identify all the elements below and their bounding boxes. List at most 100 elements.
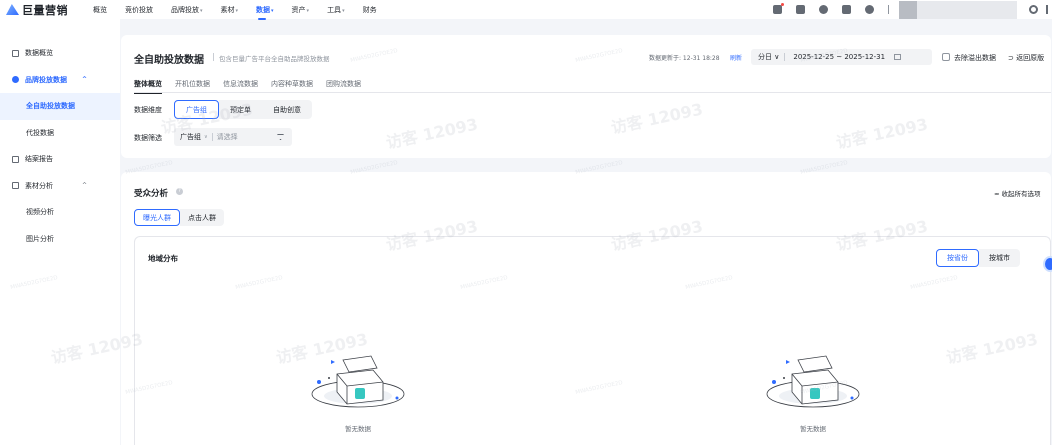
sidebar-item[interactable]: 代投数据 bbox=[0, 120, 120, 147]
report-icon bbox=[12, 155, 19, 163]
gift-icon[interactable] bbox=[773, 3, 784, 14]
document-icon[interactable] bbox=[842, 5, 851, 14]
bell-icon[interactable] bbox=[819, 5, 828, 14]
page-title: 全自助投放数据 bbox=[134, 55, 204, 66]
top-navigation: 巨量营销 概览 竞价投放 品牌投放▾ 素材▾ 数据▾ 资产▾ 工具▾ 财务 bbox=[0, 0, 1052, 20]
empty-state-right: 暂无数据 bbox=[758, 352, 868, 433]
collapse-all-button[interactable]: ≈ 收起所有选项 bbox=[994, 188, 1041, 198]
empty-state-text: 暂无数据 bbox=[345, 425, 371, 433]
material-icon bbox=[12, 182, 19, 190]
filter-key[interactable]: 广告组 bbox=[180, 132, 201, 142]
more-icon[interactable] bbox=[1046, 5, 1048, 14]
help-icon[interactable]: ? bbox=[176, 188, 183, 195]
divider bbox=[784, 53, 786, 61]
nav-item[interactable]: 财务 bbox=[363, 5, 377, 15]
audience-tab[interactable]: 曝光人群 bbox=[134, 209, 180, 226]
dimension-option[interactable]: 广告组 bbox=[174, 100, 219, 119]
sidebar-item-label: 全自助投放数据 bbox=[26, 102, 75, 111]
brand-icon bbox=[12, 76, 19, 84]
sidebar-item[interactable]: 数据概览 bbox=[0, 40, 120, 67]
sidebar-item[interactable]: 结案报告 bbox=[0, 146, 120, 173]
date-range-picker[interactable]: 分日 ∨ 2025-12-25 ~ 2025-12-31 bbox=[751, 49, 932, 65]
chevron-down-icon[interactable]: ∨ bbox=[204, 134, 208, 140]
empty-box-illustration bbox=[311, 355, 405, 408]
sidebar-item-label: 视频分析 bbox=[26, 208, 54, 217]
chevron-down-icon: ▾ bbox=[306, 7, 310, 14]
chevron-down-icon: ▾ bbox=[271, 7, 274, 14]
exclude-overflow-checkbox[interactable] bbox=[942, 53, 950, 61]
nav-menu: 概览 竞价投放 品牌投放▾ 素材▾ 数据▾ 资产▾ 工具▾ 财务 bbox=[93, 5, 395, 20]
tab[interactable]: 内容种草数据 bbox=[271, 79, 313, 89]
nav-item-label: 素材 bbox=[220, 5, 235, 14]
dimension-segmented: 广告组 预定单 自助创意 bbox=[174, 100, 312, 119]
divider bbox=[211, 133, 213, 141]
funnel-icon[interactable] bbox=[277, 134, 284, 140]
clipboard-icon[interactable] bbox=[796, 5, 805, 14]
data-tabs: 整体概览 开机位数据 信息流数据 内容种草数据 团购流数据 bbox=[134, 79, 374, 94]
calendar-icon[interactable] bbox=[894, 54, 902, 60]
empty-state-text: 暂无数据 bbox=[800, 425, 826, 433]
region-option[interactable]: 按城市 bbox=[979, 249, 1020, 267]
sidebar-item-label: 结案报告 bbox=[25, 155, 53, 164]
date-range-value[interactable]: 2025-12-25 ~ 2025-12-31 bbox=[793, 53, 885, 61]
nav-item[interactable]: 概览 bbox=[93, 5, 107, 15]
granularity-select[interactable]: 分日 ∨ bbox=[758, 52, 779, 62]
nav-item[interactable]: 工具▾ bbox=[327, 5, 345, 15]
nav-item[interactable]: 数据▾ bbox=[256, 5, 274, 20]
account-name-blurred[interactable] bbox=[917, 0, 1017, 19]
sidebar-item-label: 品牌投放数据 bbox=[25, 75, 67, 84]
tab[interactable]: 信息流数据 bbox=[223, 79, 258, 89]
region-granularity-toggle: 按省份 按城市 bbox=[936, 249, 1020, 267]
dimension-option[interactable]: 预定单 bbox=[219, 100, 262, 119]
sidebar-item[interactable]: 图片分析 bbox=[0, 226, 120, 253]
title-divider bbox=[213, 53, 214, 61]
nav-item[interactable]: 素材▾ bbox=[221, 5, 239, 15]
tab[interactable]: 开机位数据 bbox=[175, 79, 210, 89]
tabs-underline bbox=[134, 92, 1051, 93]
update-time: 数据更新于: 12-31 18:28 bbox=[649, 55, 720, 62]
report-header-card: 全自助投放数据 包含巨量广告平台全自助品牌投放数据 数据更新于: 12-31 1… bbox=[121, 35, 1051, 158]
logo-mark-icon bbox=[6, 4, 19, 15]
logo[interactable]: 巨量营销 bbox=[6, 2, 80, 18]
exclude-overflow-label[interactable]: 去除溢出数据 bbox=[954, 53, 996, 63]
nav-item-label: 品牌投放 bbox=[171, 5, 199, 14]
nav-item[interactable]: 品牌投放▾ bbox=[171, 5, 203, 15]
empty-box-illustration bbox=[766, 355, 860, 408]
floating-assistant-button[interactable] bbox=[1043, 256, 1052, 272]
audience-analysis-card: 受众分析 ? ≈ 收起所有选项 曝光人群 点击人群 地域分布 按省份 按城市 暂无数… bbox=[121, 172, 1051, 445]
region-option[interactable]: 按省份 bbox=[936, 249, 979, 267]
tab[interactable]: 团购流数据 bbox=[326, 79, 361, 89]
chevron-up-icon[interactable]: ^ bbox=[82, 182, 120, 189]
sidebar-item-label: 数据概览 bbox=[25, 49, 53, 58]
logo-text: 巨量营销 bbox=[22, 3, 68, 17]
sidebar-item-label: 代投数据 bbox=[26, 128, 54, 137]
nav-item-label: 竞价投放 bbox=[125, 5, 153, 14]
nav-item[interactable]: 竞价投放 bbox=[125, 5, 153, 15]
nav-item-label: 财务 bbox=[362, 5, 377, 14]
nav-item[interactable]: 资产▾ bbox=[292, 5, 310, 15]
sidebar-item[interactable]: 素材分析 ^ bbox=[0, 173, 120, 200]
nav-item-label: 概览 bbox=[93, 5, 107, 14]
nav-item-label: 资产 bbox=[291, 5, 306, 14]
audience-tabs: 曝光人群 点击人群 bbox=[134, 209, 224, 226]
dimension-option[interactable]: 自助创意 bbox=[262, 100, 312, 119]
nav-item-label: 数据 bbox=[256, 5, 271, 14]
audience-tab[interactable]: 点击人群 bbox=[180, 209, 224, 226]
sidebar-item[interactable]: 品牌投放数据 ^ bbox=[0, 67, 120, 94]
refresh-link[interactable]: 刷新 bbox=[730, 53, 742, 62]
sidebar-item[interactable]: 视频分析 bbox=[0, 199, 120, 226]
avatar[interactable] bbox=[899, 0, 917, 19]
gear-icon[interactable] bbox=[1029, 5, 1038, 14]
panel-title: 地域分布 bbox=[148, 254, 178, 263]
nav-item-label: 工具 bbox=[327, 5, 342, 14]
sidebar-item[interactable]: 全自助投放数据 bbox=[0, 93, 120, 120]
chevron-up-icon[interactable]: ^ bbox=[82, 76, 120, 83]
return-classic-link[interactable]: ⊃ 返回原版 bbox=[1008, 53, 1044, 63]
region-distribution-panel: 地域分布 按省份 按城市 暂无数据 暂无数据 bbox=[134, 236, 1051, 445]
filter-select[interactable]: 广告组 ∨ 请选择 bbox=[174, 128, 292, 146]
filter-placeholder[interactable]: 请选择 bbox=[217, 132, 238, 142]
filter-label: 数据筛选 bbox=[134, 134, 162, 142]
help-icon[interactable] bbox=[865, 5, 874, 14]
chevron-down-icon: ▾ bbox=[200, 7, 203, 14]
tab[interactable]: 整体概览 bbox=[134, 79, 162, 94]
